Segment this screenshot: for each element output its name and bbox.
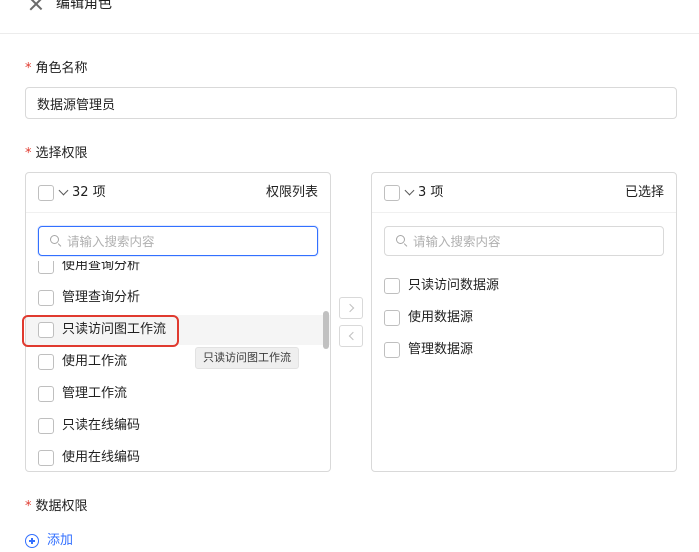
- permission-search-input[interactable]: [67, 231, 307, 251]
- selected-search-input[interactable]: [413, 231, 653, 251]
- selected-list-panel: 3 项 已选择 只读访问数据源 使用数据源 管理数据源: [371, 172, 677, 472]
- item-checkbox[interactable]: [38, 354, 54, 370]
- required-star: *: [25, 499, 32, 514]
- list-item[interactable]: 使用查询分析: [26, 261, 330, 281]
- list-item[interactable]: 管理数据源: [372, 335, 676, 365]
- panel-header: 32 项 权限列表: [26, 173, 330, 213]
- search-icon: [50, 235, 61, 246]
- item-checkbox[interactable]: [38, 418, 54, 434]
- item-count: 32 项: [72, 185, 106, 200]
- item-checkbox[interactable]: [38, 290, 54, 306]
- item-checkbox[interactable]: [38, 450, 54, 466]
- plus-circle-icon: [25, 534, 39, 548]
- select-all-checkbox[interactable]: [38, 185, 54, 201]
- dialog-header: 编辑角色: [0, 0, 699, 34]
- selected-search-box[interactable]: [384, 226, 664, 256]
- selected-list[interactable]: 只读访问数据源 使用数据源 管理数据源: [372, 261, 676, 471]
- search-icon: [396, 235, 407, 246]
- chevron-down-icon[interactable]: [59, 185, 69, 199]
- move-left-button[interactable]: [339, 325, 363, 347]
- panel-title: 已选择: [624, 185, 664, 200]
- dialog-title: 编辑角色: [56, 0, 112, 12]
- data-permission-label: * 数据权限: [25, 499, 88, 514]
- required-star: *: [25, 61, 32, 76]
- list-item[interactable]: 使用在线编码: [26, 443, 330, 471]
- list-item[interactable]: 使用数据源: [372, 303, 676, 333]
- item-tooltip: 只读访问图工作流: [195, 347, 299, 369]
- close-icon[interactable]: [26, 0, 46, 14]
- highlight-box: [22, 315, 179, 347]
- item-checkbox[interactable]: [38, 386, 54, 402]
- item-checkbox[interactable]: [384, 310, 400, 326]
- item-checkbox[interactable]: [38, 261, 54, 274]
- item-count: 3 项: [418, 185, 444, 200]
- list-item[interactable]: 管理查询分析: [26, 283, 330, 313]
- role-name-label: * 角色名称: [25, 61, 88, 76]
- list-item[interactable]: 只读访问数据源: [372, 271, 676, 301]
- list-item[interactable]: 只读在线编码: [26, 411, 330, 441]
- role-name-input[interactable]: [25, 87, 677, 119]
- permission-search-box[interactable]: [38, 226, 318, 256]
- permissions-label: * 选择权限: [25, 146, 88, 161]
- panel-header: 3 项 已选择: [372, 173, 676, 213]
- select-all-checkbox[interactable]: [384, 185, 400, 201]
- required-star: *: [25, 146, 32, 161]
- item-checkbox[interactable]: [384, 342, 400, 358]
- item-checkbox[interactable]: [384, 278, 400, 294]
- list-scrollbar[interactable]: [323, 311, 329, 349]
- list-item[interactable]: 管理工作流: [26, 379, 330, 409]
- chevron-down-icon[interactable]: [405, 185, 415, 199]
- move-right-button[interactable]: [339, 297, 363, 319]
- panel-title: 权限列表: [265, 185, 318, 200]
